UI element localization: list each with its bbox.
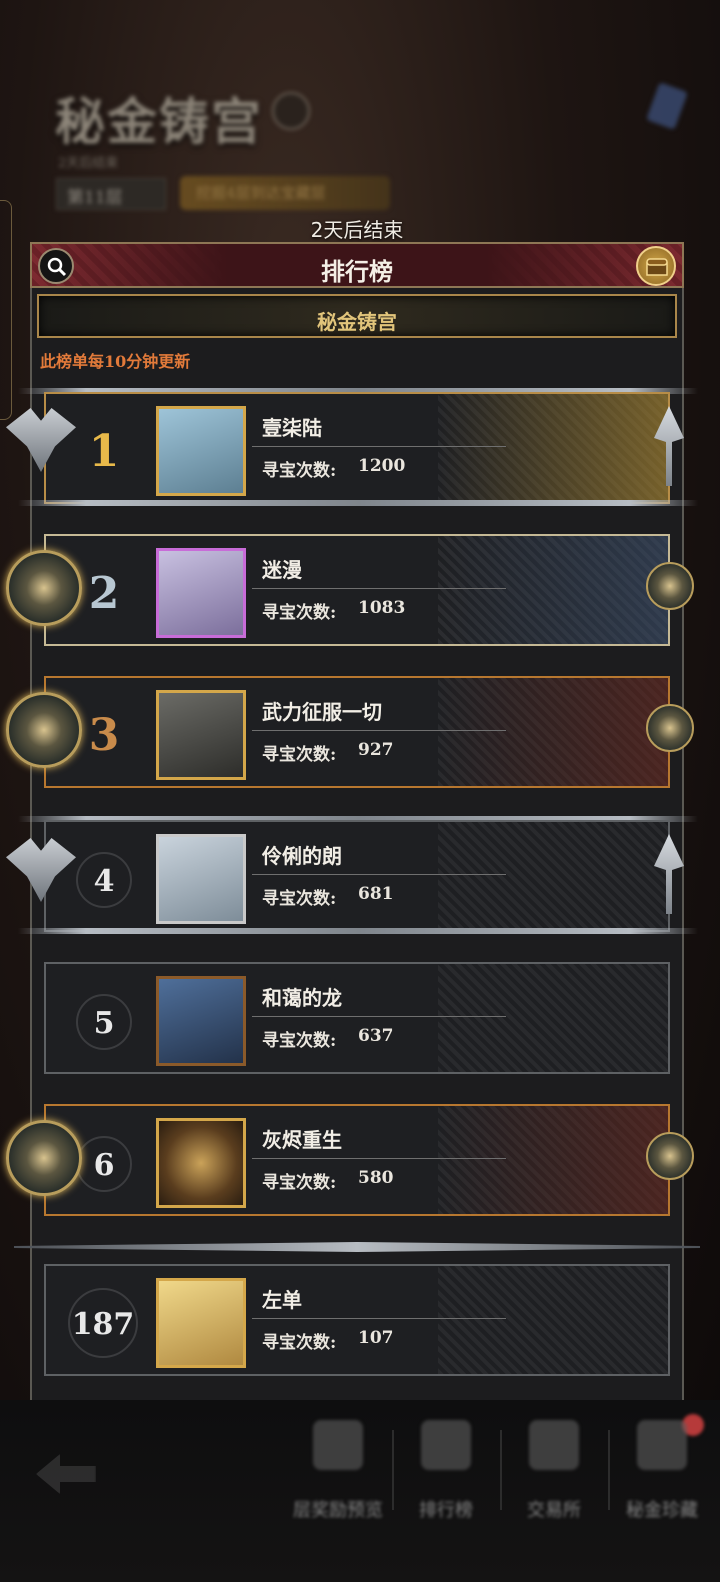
leaderboard-subtitle: 秘金铸宫	[317, 310, 397, 334]
count-label: 寻宝次数:	[262, 1173, 337, 1193]
background-pill: 挖掘4层到达宝藏层	[180, 176, 390, 210]
reward-icon	[313, 1420, 363, 1470]
my-entry-row[interactable]: 187 左单 寻宝次数: 107	[44, 1264, 670, 1376]
trophy-icon	[421, 1420, 471, 1470]
avatar[interactable]	[156, 1278, 246, 1368]
nav-collection[interactable]: 秘金珍藏	[612, 1414, 712, 1530]
ornament-divider	[18, 500, 698, 506]
count-label: 寻宝次数:	[262, 1031, 337, 1051]
background-floor-label: 第11层	[56, 178, 166, 210]
table-row[interactable]: 6 灰烬重生 寻宝次数: 580	[44, 1104, 670, 1216]
compass-emblem-icon	[646, 1132, 694, 1180]
rank-number: 4	[76, 852, 132, 908]
player-name: 左单	[262, 1288, 302, 1312]
rank-number: 6	[76, 1136, 132, 1192]
count-value: 637	[358, 1026, 394, 1046]
table-row[interactable]: 5 和蔼的龙 寻宝次数: 637	[44, 962, 670, 1074]
treasure-chest-icon[interactable]	[636, 246, 676, 286]
background-search-icon	[272, 92, 310, 130]
count-value: 1200	[358, 456, 406, 476]
rank-number: 3	[88, 710, 120, 761]
count-value: 107	[358, 1328, 394, 1348]
count-value: 1083	[358, 598, 406, 618]
player-name: 和蔼的龙	[262, 986, 342, 1010]
end-notice: 2天后结束	[310, 218, 404, 242]
bottom-nav: 层奖励预览 排行榜 交易所 秘金珍藏	[0, 1400, 720, 1582]
gem-icon	[646, 82, 688, 130]
avatar[interactable]	[156, 690, 246, 780]
count-label: 寻宝次数:	[262, 603, 337, 623]
panel-header: 排行榜	[30, 242, 684, 288]
nav-exchange[interactable]: 交易所	[504, 1420, 604, 1530]
table-row[interactable]: 2 迷漫 寻宝次数: 1083	[44, 534, 670, 646]
rank-number: 2	[88, 568, 120, 619]
background-title: 秘金铸宫	[55, 92, 263, 151]
compass-emblem-icon	[646, 562, 694, 610]
ornament-divider	[18, 928, 698, 934]
nav-floor-rewards[interactable]: 层奖励预览	[288, 1420, 388, 1530]
count-value: 580	[358, 1168, 394, 1188]
avatar[interactable]	[156, 834, 246, 924]
background-subtitle: 2天后结束	[58, 156, 119, 171]
update-note: 此榜单每10分钟更新	[40, 352, 191, 371]
player-name: 武力征服一切	[262, 700, 382, 724]
back-arrow-icon[interactable]	[36, 1454, 96, 1494]
count-label: 寻宝次数:	[262, 889, 337, 909]
compass-emblem-icon	[6, 1120, 82, 1196]
collection-icon	[637, 1420, 687, 1470]
count-label: 寻宝次数:	[262, 745, 337, 765]
count-value: 681	[358, 884, 394, 904]
nav-label: 排行榜	[419, 1500, 473, 1521]
avatar[interactable]	[156, 548, 246, 638]
rank-number: 5	[76, 994, 132, 1050]
table-row[interactable]: 1 壹柒陆 寻宝次数: 1200	[44, 392, 670, 504]
player-name: 壹柒陆	[262, 416, 322, 440]
nav-label: 层奖励预览	[293, 1500, 383, 1521]
nav-ranking[interactable]: 排行榜	[396, 1420, 496, 1530]
my-rank-number: 187	[68, 1288, 138, 1358]
compass-emblem-icon	[6, 692, 82, 768]
avatar[interactable]	[156, 1118, 246, 1208]
count-label: 寻宝次数:	[262, 1333, 337, 1353]
count-label: 寻宝次数:	[262, 461, 337, 481]
player-name: 伶俐的朗	[262, 844, 342, 868]
count-value: 927	[358, 740, 394, 760]
table-row[interactable]: 4 伶俐的朗 寻宝次数: 681	[44, 820, 670, 932]
compass-emblem-icon	[6, 550, 82, 626]
avatar[interactable]	[156, 976, 246, 1066]
exchange-icon	[529, 1420, 579, 1470]
player-name: 迷漫	[262, 558, 302, 582]
nav-label: 交易所	[527, 1500, 581, 1521]
avatar[interactable]	[156, 406, 246, 496]
nav-label: 秘金珍藏	[626, 1500, 698, 1521]
compass-emblem-icon	[646, 704, 694, 752]
rank-number: 1	[88, 426, 120, 477]
table-row[interactable]: 3 武力征服一切 寻宝次数: 927	[44, 676, 670, 788]
player-name: 灰烬重生	[262, 1128, 342, 1152]
leaderboard-subtitle-box: 秘金铸宫	[37, 294, 677, 338]
panel-title: 排行榜	[321, 257, 393, 286]
